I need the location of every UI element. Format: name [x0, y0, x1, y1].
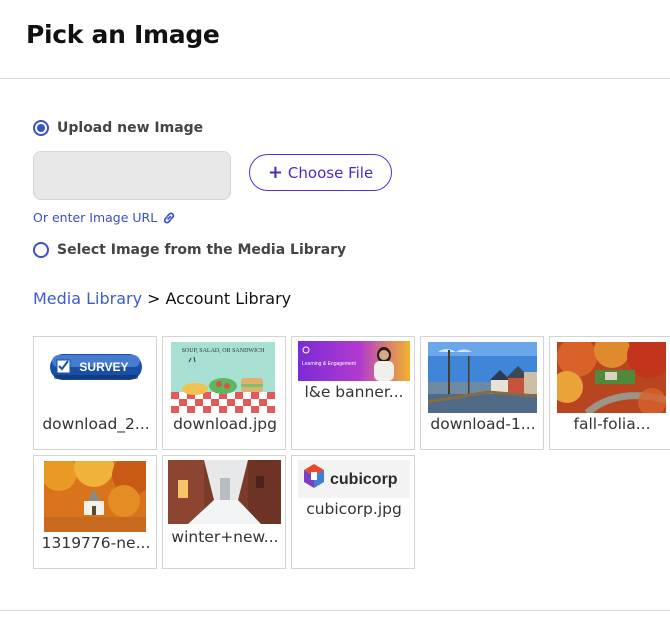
enter-image-url-label: Or enter Image URL [33, 210, 158, 225]
image-thumbnail [428, 342, 537, 413]
image-thumbnail: Learning & Engagement [298, 341, 410, 381]
dialog-header: Pick an Image [0, 0, 670, 79]
image-tile[interactable]: 1319776-ne... [33, 455, 157, 569]
link-icon [164, 212, 175, 223]
breadcrumb-media-library[interactable]: Media Library [33, 289, 142, 308]
cubicorp-thumb-text: cubicorp [330, 471, 398, 488]
image-thumbnail [44, 461, 146, 532]
choose-file-label: Choose File [287, 163, 374, 182]
image-name: download-1... [430, 415, 536, 433]
media-library-radio[interactable] [33, 242, 49, 258]
image-name: 1319776-ne... [41, 534, 151, 552]
upload-radio-label: Upload new Image [57, 120, 204, 136]
image-tile[interactable]: fall-folia... [549, 336, 670, 450]
breadcrumb: Media Library > Account Library [33, 289, 291, 308]
image-name: download.jpg [173, 415, 277, 433]
plus-icon: + [267, 161, 283, 183]
image-url-field[interactable] [33, 151, 231, 200]
dialog-footer-divider [0, 610, 670, 611]
image-name: l&e banner... [304, 383, 404, 401]
image-thumbnail: cubicorp [298, 460, 410, 498]
image-name: fall-folia... [573, 415, 651, 433]
media-library-radio-label: Select Image from the Media Library [57, 242, 347, 258]
image-name: cubicorp.jpg [306, 500, 402, 518]
image-name: download_2... [42, 415, 150, 433]
select-media-library-option[interactable]: Select Image from the Media Library [33, 242, 346, 258]
choose-file-button[interactable]: + Choose File [249, 154, 392, 191]
breadcrumb-account-library: Account Library [165, 289, 292, 308]
enter-image-url-link[interactable]: Or enter Image URL [33, 210, 176, 225]
image-tile[interactable]: cubicorp cubicorp.jpg [291, 455, 415, 569]
upload-radio[interactable] [33, 120, 49, 136]
image-name: winter+new... [171, 528, 279, 546]
breadcrumb-separator: > [147, 289, 161, 308]
image-tile[interactable]: download-1... [420, 336, 544, 450]
dialog-title: Pick an Image [26, 20, 220, 49]
image-tile[interactable]: SOUP, SALAD, OR SANDWICH download.jpg [162, 336, 286, 450]
image-tile[interactable]: SURVEY download_2... [33, 336, 157, 450]
survey-badge-text: SURVEY [79, 360, 128, 374]
image-thumbnail [168, 460, 281, 524]
image-tile[interactable]: Learning & Engagement l&e banner... [291, 336, 415, 450]
soup-thumb-text: SOUP, SALAD, OR SANDWICH [182, 348, 266, 354]
image-thumbnail [557, 342, 666, 413]
upload-new-image-option[interactable]: Upload new Image [33, 120, 203, 136]
image-thumbnail: SURVEY [40, 341, 152, 413]
image-thumbnail: SOUP, SALAD, OR SANDWICH [171, 342, 275, 413]
image-tile[interactable]: winter+new... [162, 455, 286, 569]
banner-thumb-text: Learning & Engagement [302, 361, 357, 367]
